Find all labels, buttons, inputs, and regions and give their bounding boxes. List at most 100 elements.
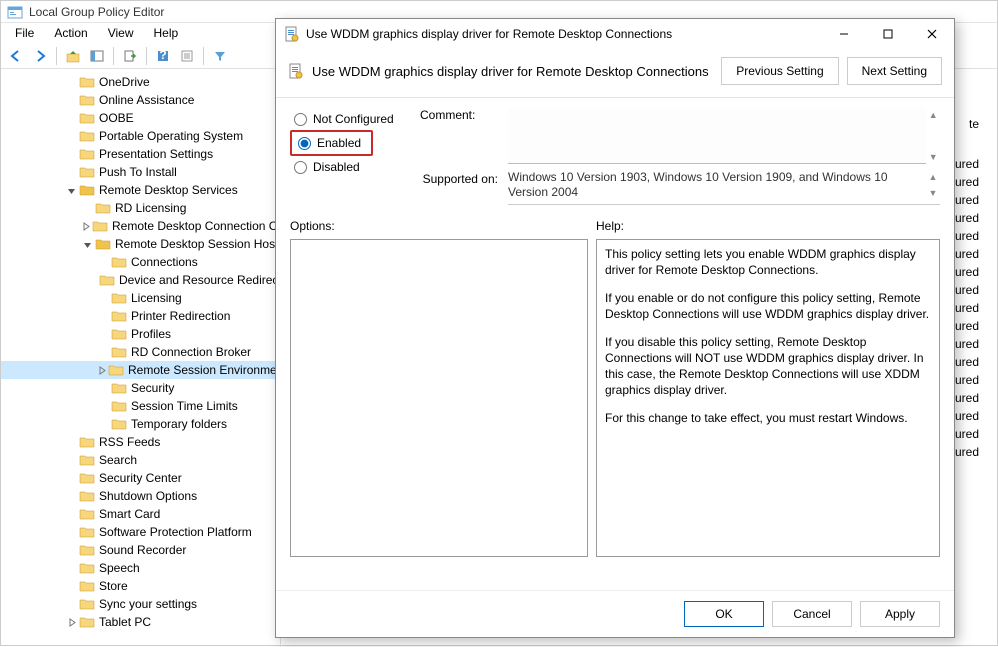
tree-item[interactable]: Sync your settings	[1, 595, 280, 613]
tree-item[interactable]: Shutdown Options	[1, 487, 280, 505]
maximize-button[interactable]	[866, 20, 910, 48]
folder-icon	[79, 75, 95, 89]
radio-disabled-label: Disabled	[313, 160, 360, 174]
tree-item[interactable]: RD Connection Broker	[1, 343, 280, 361]
folder-icon	[79, 489, 95, 503]
minimize-button[interactable]	[822, 20, 866, 48]
folder-icon	[79, 129, 95, 143]
help-button[interactable]: ?	[152, 45, 174, 67]
previous-setting-button[interactable]: Previous Setting	[721, 57, 838, 85]
options-label: Options:	[290, 219, 596, 233]
scroll-up-icon[interactable]: ▲	[929, 172, 938, 182]
menu-file[interactable]: File	[5, 24, 44, 42]
menu-view[interactable]: View	[98, 24, 144, 42]
menu-help[interactable]: Help	[144, 24, 189, 42]
tree-item-label: Security	[131, 381, 174, 395]
radio-enabled[interactable]: Enabled	[294, 134, 365, 152]
tree-item[interactable]: RSS Feeds	[1, 433, 280, 451]
tree-item[interactable]: Online Assistance	[1, 91, 280, 109]
folder-icon	[111, 417, 127, 431]
tree-item[interactable]: Remote Desktop Connection Client	[1, 217, 280, 235]
tree-item[interactable]: Remote Session Environment	[1, 361, 280, 379]
no-expand-icon	[97, 346, 109, 358]
menu-action[interactable]: Action	[44, 24, 97, 42]
tree-item[interactable]: Push To Install	[1, 163, 280, 181]
tree-item[interactable]: OneDrive	[1, 73, 280, 91]
tree-item[interactable]: Security Center	[1, 469, 280, 487]
tree-item[interactable]: Remote Desktop Session Host	[1, 235, 280, 253]
tree-item[interactable]: Session Time Limits	[1, 397, 280, 415]
radio-not-configured-input[interactable]	[294, 113, 307, 126]
no-expand-icon	[97, 310, 109, 322]
collapse-icon[interactable]	[81, 238, 93, 250]
folder-icon	[95, 237, 111, 251]
dialog-titlebar[interactable]: Use WDDM graphics display driver for Rem…	[276, 19, 954, 49]
tree-item[interactable]: Portable Operating System	[1, 127, 280, 145]
export-button[interactable]	[119, 45, 141, 67]
tree-item-label: Licensing	[131, 291, 182, 305]
tree-item[interactable]: Profiles	[1, 325, 280, 343]
ok-button[interactable]: OK	[684, 601, 764, 627]
forward-button[interactable]	[29, 45, 51, 67]
tree-item-label: Search	[99, 453, 137, 467]
help-panel[interactable]: This policy setting lets you enable WDDM…	[596, 239, 940, 557]
scroll-up-icon[interactable]: ▲	[929, 110, 938, 120]
next-setting-button[interactable]: Next Setting	[847, 57, 942, 85]
app-icon	[7, 4, 23, 20]
tree-item[interactable]: Store	[1, 577, 280, 595]
expand-icon[interactable]	[65, 616, 77, 628]
options-panel[interactable]	[290, 239, 588, 557]
tree-item[interactable]: Smart Card	[1, 505, 280, 523]
folder-icon	[111, 399, 127, 413]
tree-item[interactable]: Sound Recorder	[1, 541, 280, 559]
back-button[interactable]	[5, 45, 27, 67]
comment-textarea[interactable]	[508, 108, 926, 164]
folder-icon	[79, 615, 95, 629]
scroll-down-icon[interactable]: ▼	[929, 188, 938, 198]
supported-on-value: Windows 10 Version 1903, Windows 10 Vers…	[508, 170, 926, 200]
apply-button[interactable]: Apply	[860, 601, 940, 627]
folder-icon	[79, 561, 95, 575]
scroll-down-icon[interactable]: ▼	[929, 152, 938, 162]
tree-pane[interactable]: OneDriveOnline AssistanceOOBEPortable Op…	[1, 69, 281, 647]
no-expand-icon	[65, 436, 77, 448]
tree-item[interactable]: Temporary folders	[1, 415, 280, 433]
help-text: If you enable or do not configure this p…	[605, 290, 931, 322]
tree-item[interactable]: Security	[1, 379, 280, 397]
up-button[interactable]	[62, 45, 84, 67]
filter-button[interactable]	[209, 45, 231, 67]
expand-icon[interactable]	[81, 220, 90, 232]
tree-item[interactable]: Licensing	[1, 289, 280, 307]
tree-item[interactable]: OOBE	[1, 109, 280, 127]
no-expand-icon	[65, 598, 77, 610]
tree-item-label: Temporary folders	[131, 417, 227, 431]
tree-item[interactable]: Software Protection Platform	[1, 523, 280, 541]
radio-not-configured[interactable]: Not Configured	[290, 108, 410, 130]
properties-button[interactable]	[176, 45, 198, 67]
tree-item-label: Smart Card	[99, 507, 160, 521]
tree-item-label: Presentation Settings	[99, 147, 213, 161]
policy-icon	[284, 26, 300, 42]
tree-item[interactable]: Remote Desktop Services	[1, 181, 280, 199]
tree-item[interactable]: Search	[1, 451, 280, 469]
folder-icon	[79, 507, 95, 521]
close-button[interactable]	[910, 20, 954, 48]
tree-item[interactable]: Tablet PC	[1, 613, 280, 631]
radio-enabled-input[interactable]	[298, 137, 311, 150]
no-expand-icon	[65, 112, 77, 124]
radio-disabled[interactable]: Disabled	[290, 156, 410, 178]
tree-item[interactable]: Device and Resource Redirection	[1, 271, 280, 289]
tree-item[interactable]: Presentation Settings	[1, 145, 280, 163]
expand-icon[interactable]	[97, 364, 106, 376]
tree-item[interactable]: Speech	[1, 559, 280, 577]
tree-item[interactable]: RD Licensing	[1, 199, 280, 217]
cancel-button[interactable]: Cancel	[772, 601, 852, 627]
show-hide-tree-button[interactable]	[86, 45, 108, 67]
tree-item[interactable]: Printer Redirection	[1, 307, 280, 325]
collapse-icon[interactable]	[65, 184, 77, 196]
tree-item-label: Sound Recorder	[99, 543, 186, 557]
tree-item[interactable]: Connections	[1, 253, 280, 271]
folder-icon	[79, 147, 95, 161]
radio-disabled-input[interactable]	[294, 161, 307, 174]
main-title: Local Group Policy Editor	[29, 5, 164, 19]
